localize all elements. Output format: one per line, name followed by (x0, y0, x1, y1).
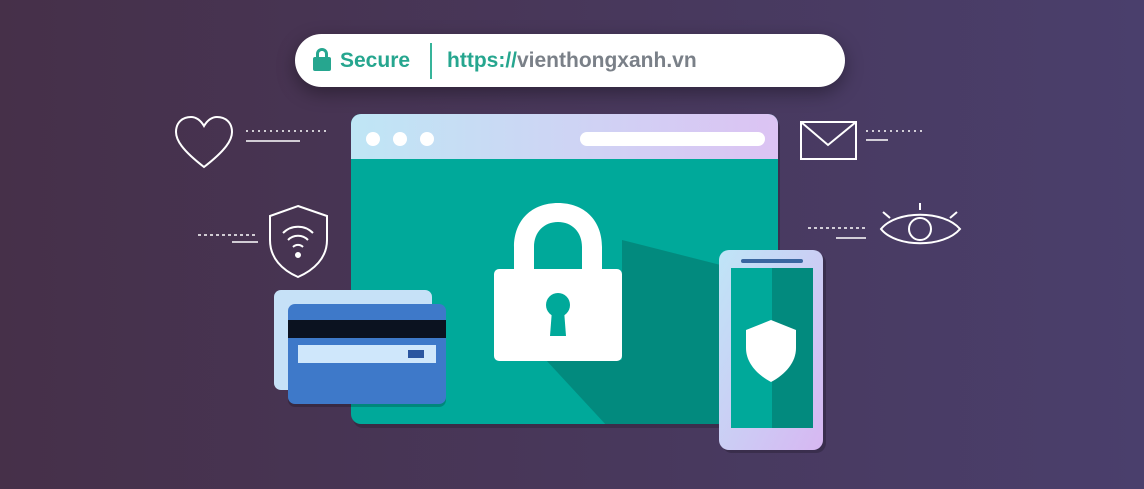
eye-decoration-lines (808, 227, 866, 239)
credit-card-icon (274, 290, 446, 407)
window-dot (420, 132, 434, 146)
envelope-decoration-lines (866, 130, 926, 141)
window-dot (393, 132, 407, 146)
address-bar-divider (430, 43, 432, 79)
url-scheme: https:// (447, 49, 517, 72)
heart-icon (174, 115, 234, 169)
url-host: vienthongxanh.vn (516, 49, 697, 72)
secure-label: Secure (340, 49, 411, 72)
url-text[interactable]: https://vienthongxanh.vn (447, 48, 697, 74)
window-address-line (580, 132, 765, 146)
lock-icon (313, 48, 331, 71)
shield-wifi-icon (269, 204, 328, 279)
envelope-icon (800, 121, 857, 160)
heart-decoration-lines (246, 130, 326, 142)
eye-icon (879, 203, 962, 245)
window-dot (366, 132, 380, 146)
shield-decoration-lines (198, 234, 258, 243)
phone (719, 250, 826, 453)
address-bar[interactable]: Secure https://vienthongxanh.vn (295, 34, 845, 87)
